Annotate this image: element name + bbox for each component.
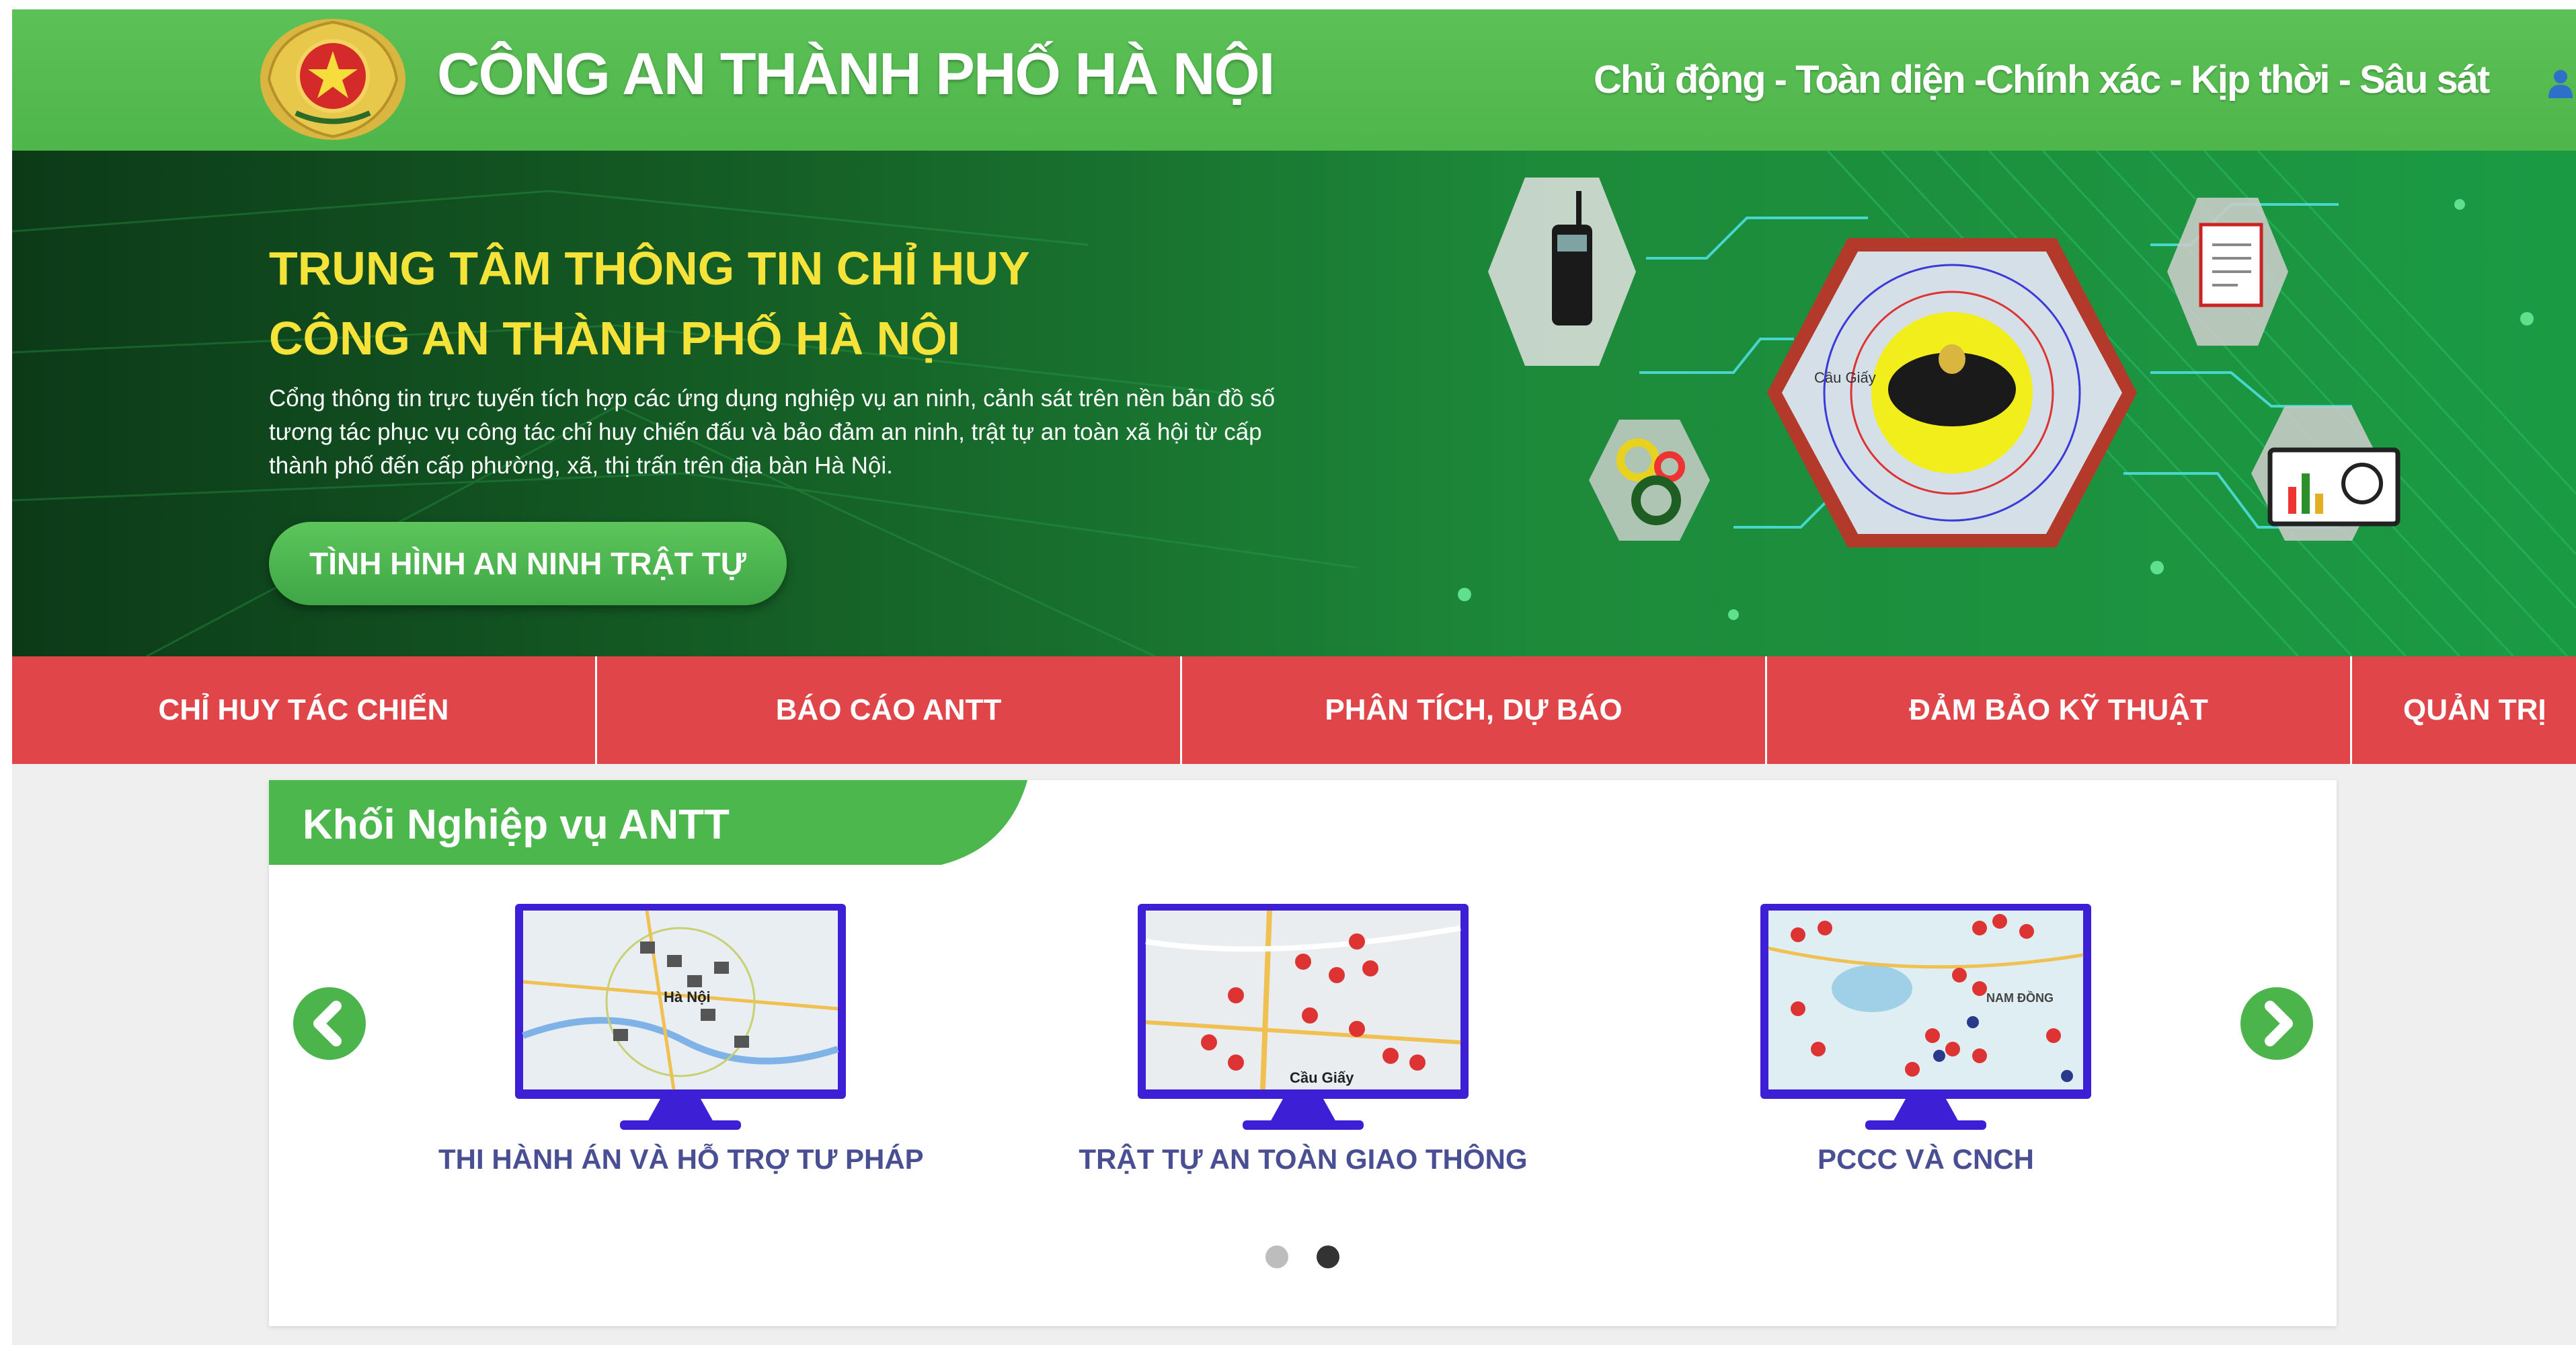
chevron-left-icon (313, 1001, 342, 1046)
site-title[interactable]: CÔNG AN THÀNH PHỐ HÀ NỘI (437, 44, 1275, 104)
nav-item-technical[interactable]: ĐẢM BẢO KỸ THUẬT (1767, 656, 2352, 764)
map-monitor-icon: Hà Nội (515, 904, 846, 1130)
card-judgment-enforcement[interactable]: Hà Nội THI HÀNH ÁN VÀ HỖ TRỢ TƯ PHÁP (438, 901, 924, 1224)
card-label[interactable]: THI HÀNH ÁN VÀ HỖ TRỢ TƯ PHÁP (438, 1143, 924, 1176)
security-status-button[interactable]: TÌNH HÌNH AN NINH TRẬT TỰ (269, 522, 787, 605)
carousel-dot-2-active[interactable] (1317, 1245, 1339, 1268)
chevron-right-icon (2265, 1001, 2293, 1046)
card-label[interactable]: TRẬT TỰ AN TOÀN GIAO THÔNG (1061, 1143, 1545, 1176)
carousel-next-button[interactable] (2240, 987, 2313, 1060)
map-place-label: Hà Nội (664, 989, 711, 1005)
user-icon[interactable] (2547, 69, 2574, 98)
map-monitor-icon: Cầu Giấy (1138, 904, 1469, 1130)
hero-title-line1: TRUNG TÂM THÔNG TIN CHỈ HUY (269, 242, 1030, 295)
hero-banner: TRUNG TÂM THÔNG TIN CHỈ HUY CÔNG AN THÀN… (12, 151, 2576, 656)
svg-text:Cầu Giấy: Cầu Giấy (1814, 369, 1876, 386)
section-title: Khối Nghiệp vụ ANTT (303, 802, 730, 848)
nav-item-command[interactable]: CHỈ HUY TÁC CHIẾN (12, 656, 597, 764)
hero-description: Cổng thông tin trực tuyến tích hợp các ứ… (269, 385, 1276, 479)
card-fire-rescue[interactable]: NAM ĐỒNG PCCC VÀ CNCH (1684, 901, 2168, 1224)
nav-item-analysis[interactable]: PHÂN TÍCH, DỰ BÁO (1182, 656, 1767, 764)
card-traffic-safety[interactable]: Cầu Giấy TRẬT TỰ AN TOÀN GIAO THÔNG (1061, 901, 1545, 1224)
map-monitor-icon: NAM ĐỒNG (1760, 904, 2091, 1130)
map-place-label: NAM ĐỒNG (1986, 991, 2054, 1005)
nav-item-admin[interactable]: QUẢN TRỊ (2352, 656, 2576, 764)
slogan: Chủ động - Toàn diện -Chính xác - Kịp th… (1594, 58, 2490, 102)
map-place-label: Cầu Giấy (1290, 1069, 1354, 1086)
carousel-dot-1[interactable] (1265, 1245, 1288, 1268)
nav-item-report[interactable]: BÁO CÁO ANTT (597, 656, 1182, 764)
carousel-prev-button[interactable] (293, 987, 366, 1060)
main-nav: CHỈ HUY TÁC CHIẾN BÁO CÁO ANTT PHÂN TÍCH… (12, 656, 2576, 764)
command-center-illustration: Cầu Giấy (1458, 178, 2534, 620)
card-label[interactable]: PCCC VÀ CNCH (1684, 1143, 2168, 1176)
police-emblem-icon[interactable] (256, 12, 410, 143)
hero-title-line2: CÔNG AN THÀNH PHỐ HÀ NỘI (269, 312, 960, 364)
